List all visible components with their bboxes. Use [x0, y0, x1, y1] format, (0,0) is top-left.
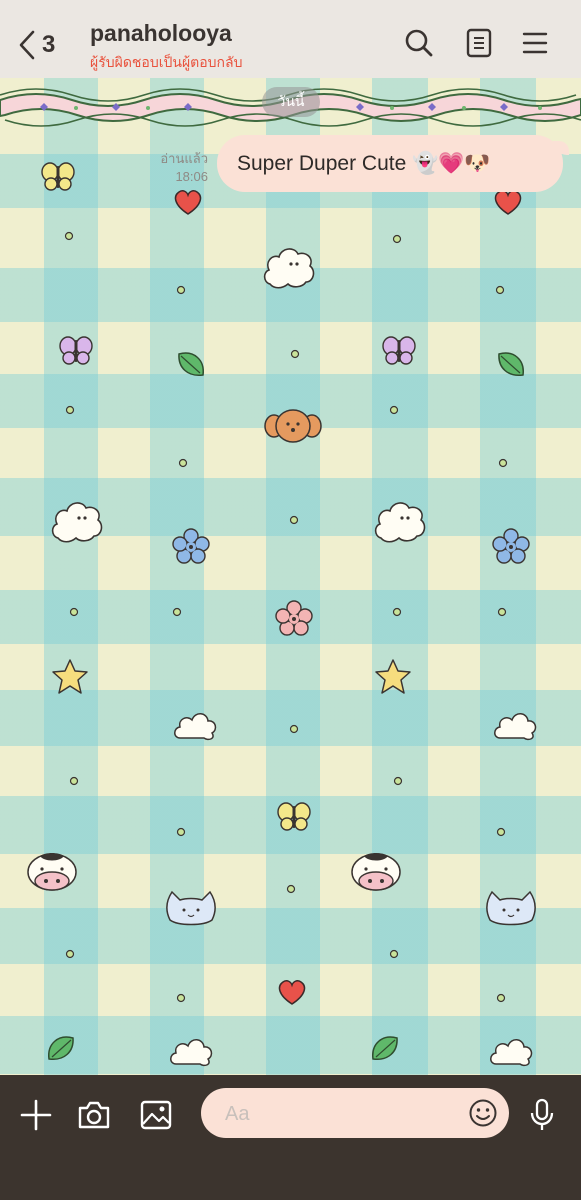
- star-sticker: [375, 659, 411, 694]
- message-meta: อ่านแล้ว 18:06: [150, 150, 208, 186]
- cloud-sticker: [170, 1039, 213, 1067]
- leaf-sticker: [178, 352, 204, 376]
- notes-icon: [466, 28, 492, 58]
- star-sticker: [52, 659, 88, 694]
- back-button[interactable]: 3: [18, 28, 55, 62]
- search-button[interactable]: [403, 26, 435, 60]
- butterfly-sticker: [59, 336, 93, 365]
- message-input-box: [201, 1088, 509, 1140]
- flower-sticker: [275, 600, 313, 636]
- dog-sticker: [264, 409, 322, 443]
- bubble-tail: [553, 141, 569, 155]
- image-icon: [140, 1100, 172, 1130]
- notes-button[interactable]: [463, 26, 495, 60]
- chat-subtitle: ผู้รับผิดชอบเป็นผู้ตอบกลับ: [90, 54, 243, 70]
- butterfly-sticker: [277, 802, 311, 831]
- camera-icon: [78, 1101, 110, 1129]
- cat-sticker: [486, 890, 536, 926]
- ghost-sticker: [374, 502, 426, 543]
- cat-sticker: [166, 890, 216, 926]
- message-time: 18:06: [175, 169, 208, 184]
- cloud-sticker: [494, 713, 537, 741]
- heart-sticker: [494, 190, 522, 215]
- ghost-sticker: [263, 248, 315, 289]
- image-button[interactable]: [136, 1095, 176, 1135]
- menu-icon: [522, 32, 548, 54]
- chevron-left-icon: [19, 30, 35, 60]
- heart-sticker: [278, 980, 306, 1005]
- heart-sticker: [174, 190, 202, 215]
- camera-button[interactable]: [74, 1095, 114, 1135]
- composer-bar: [0, 1075, 581, 1200]
- microphone-icon: [530, 1098, 554, 1130]
- emoji-icon: [469, 1099, 497, 1127]
- butterfly-sticker: [382, 336, 416, 365]
- dot-pattern: [64, 231, 508, 1003]
- chat-title: panaholooya: [90, 20, 232, 46]
- chat-header: 3 panaholooya ผู้รับผิดชอบเป็นผู้ตอบกลับ: [0, 0, 581, 78]
- plus-icon: [20, 1099, 52, 1131]
- leaf-sticker: [498, 352, 524, 376]
- add-button[interactable]: [16, 1095, 56, 1135]
- flower-sticker: [492, 528, 530, 564]
- flower-sticker: [172, 528, 210, 564]
- ghost-sticker: [51, 502, 103, 543]
- menu-button[interactable]: [519, 26, 551, 60]
- cow-sticker: [351, 853, 401, 891]
- message-bubble[interactable]: Super Duper Cute 👻💗🐶: [217, 135, 569, 192]
- read-status: อ่านแล้ว: [160, 151, 208, 166]
- leaf-sticker: [48, 1036, 74, 1060]
- message-text: Super Duper Cute 👻💗🐶: [237, 151, 491, 175]
- message-input[interactable]: [223, 1088, 457, 1140]
- search-icon: [405, 29, 433, 57]
- cloud-sticker: [174, 713, 217, 741]
- chat-area[interactable]: วันนี้ อ่านแล้ว 18:06 Super Duper Cute 👻…: [0, 78, 581, 1075]
- date-separator: วันนี้: [262, 87, 320, 117]
- emoji-button[interactable]: [467, 1097, 499, 1129]
- leaf-sticker: [372, 1036, 398, 1060]
- cow-sticker: [27, 853, 77, 891]
- unread-count: 3: [42, 31, 56, 58]
- voice-button[interactable]: [522, 1095, 562, 1135]
- cloud-sticker: [490, 1039, 533, 1067]
- butterfly-sticker: [41, 162, 75, 191]
